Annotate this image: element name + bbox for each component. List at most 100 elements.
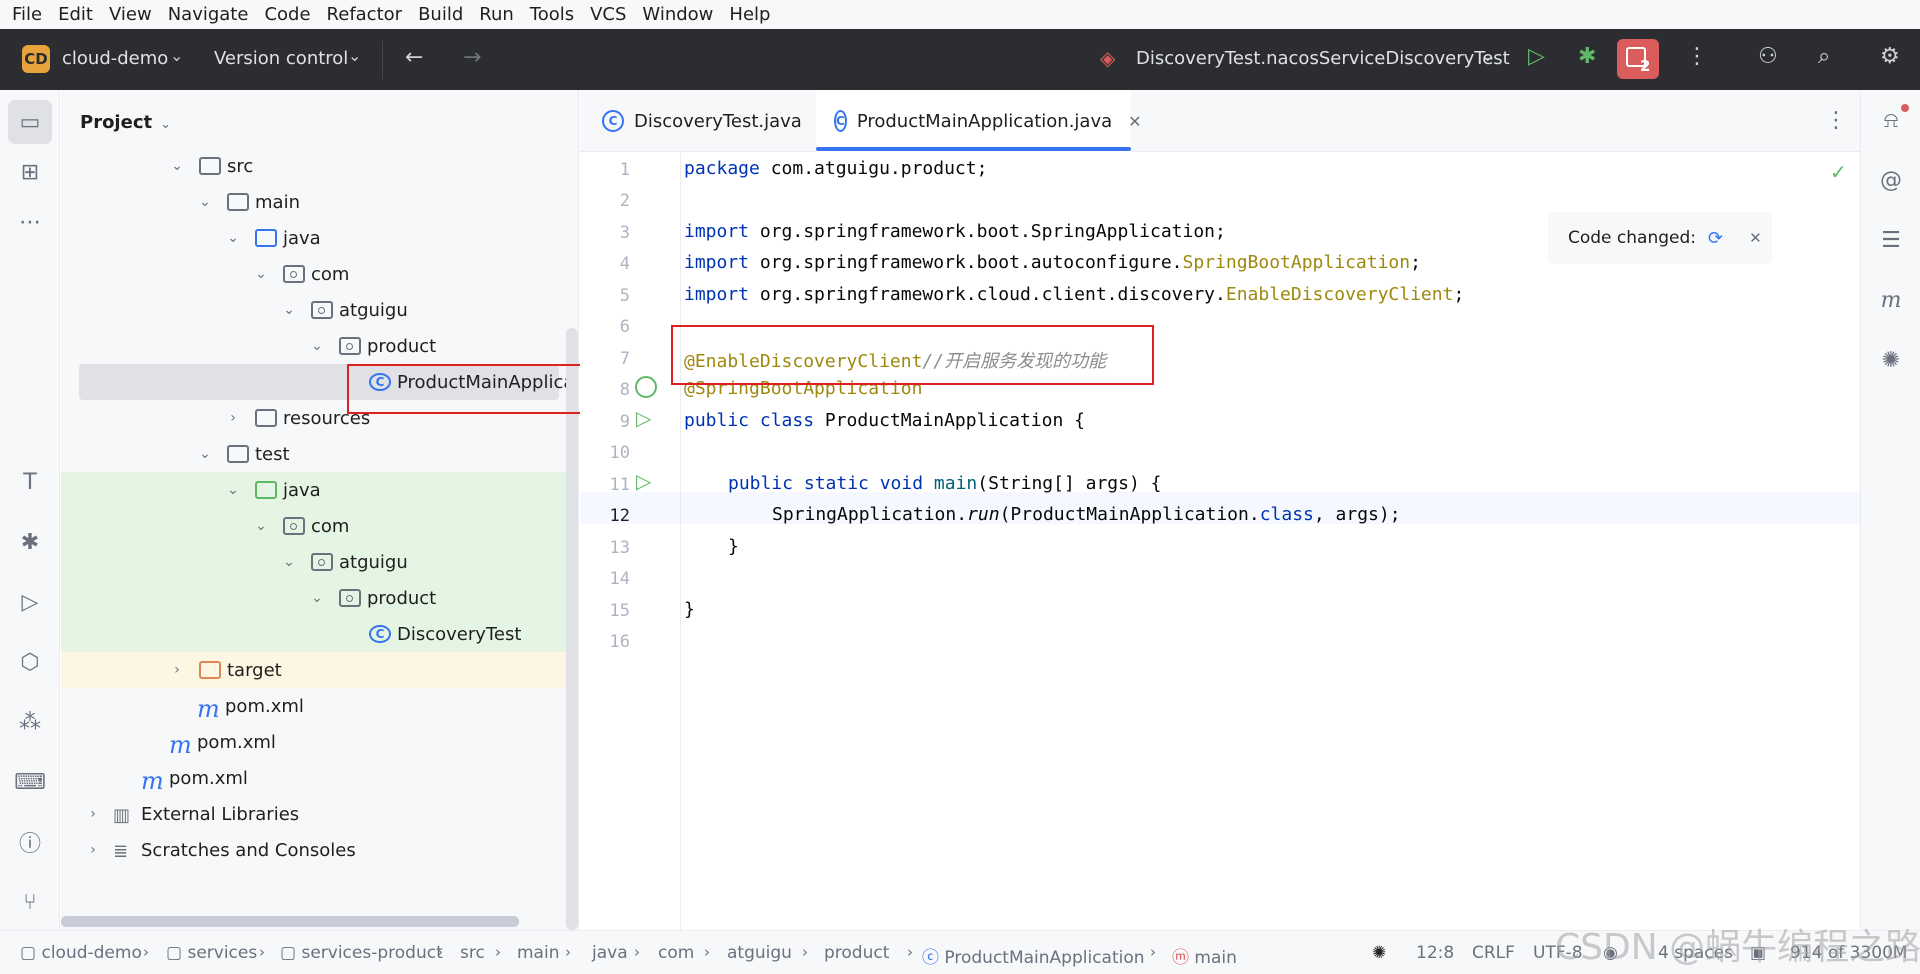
menu-help[interactable]: Help (721, 0, 778, 29)
breadcrumb-atguigu[interactable]: atguigu (727, 943, 792, 963)
more-tools-icon[interactable]: ⋯ (14, 206, 46, 238)
menu-refactor[interactable]: Refactor (319, 0, 411, 29)
breadcrumb-main[interactable]: main (517, 943, 559, 963)
code-line-4[interactable]: import org.springframework.boot.autoconf… (684, 252, 1421, 273)
menu-tools[interactable]: Tools (522, 0, 582, 29)
build-hammer-icon[interactable]: T (14, 466, 46, 498)
code-line-3[interactable]: import org.springframework.boot.SpringAp… (684, 221, 1226, 242)
tree-row-pom-root[interactable]: m pom.xml (61, 760, 578, 796)
inspections-ok-icon[interactable]: ✓ (1830, 160, 1847, 184)
breadcrumb-main-method[interactable]: ⓜ main (1172, 943, 1237, 968)
tree-row-com[interactable]: ⌄ com (61, 256, 578, 292)
close-tab-icon[interactable]: ✕ (1128, 112, 1141, 131)
chevron-down-icon[interactable]: ⌄ (223, 230, 243, 246)
tree-row-main[interactable]: ⌄ main (61, 184, 578, 220)
spring-bean-gutter-icon[interactable] (635, 376, 657, 398)
project-badge[interactable]: CD (22, 45, 50, 73)
code-line-15[interactable]: } (684, 599, 695, 620)
maven-icon[interactable]: m (1875, 284, 1907, 316)
run-icon[interactable]: ▷ (14, 586, 46, 618)
tree-row-pom-module[interactable]: m pom.xml (61, 688, 578, 724)
menu-view[interactable]: View (101, 0, 160, 29)
more-actions-icon[interactable]: ⋮ (1686, 46, 1708, 68)
run-configuration-selector[interactable]: DiscoveryTest.nacosServiceDiscoveryTest (1136, 48, 1510, 69)
version-control-selector[interactable]: Version control (214, 48, 348, 69)
chevron-down-icon[interactable]: ⌄ (195, 194, 215, 210)
tree-row-product[interactable]: ⌄ product (61, 328, 578, 364)
breadcrumb-services[interactable]: ▢ services (166, 943, 257, 963)
project-panel-header[interactable]: Project ⌄ (80, 112, 171, 133)
problems-icon[interactable]: ⓘ (14, 826, 46, 858)
caret-position[interactable]: 12:8 (1416, 943, 1454, 963)
tree-row-atguigu-test[interactable]: ⌄ atguigu (61, 544, 578, 580)
menu-navigate[interactable]: Navigate (160, 0, 257, 29)
run-icon[interactable]: ▷ (1528, 46, 1545, 68)
chevron-down-icon[interactable]: ⌄ (223, 482, 243, 498)
run-gutter-icon[interactable]: ▷ (636, 469, 651, 493)
project-selector[interactable]: cloud-demo (62, 48, 168, 69)
tree-row-src[interactable]: ⌄ src (61, 148, 578, 184)
menu-window[interactable]: Window (634, 0, 721, 29)
tree-row-external-libraries[interactable]: › ▥ External Libraries (61, 796, 578, 832)
terminal-icon[interactable]: ⌨ (14, 766, 46, 798)
git-branch-icon[interactable]: ⑂ (14, 886, 46, 918)
structure-icon[interactable]: ⊞ (14, 156, 46, 188)
add-user-icon[interactable]: ⚇ (1758, 46, 1778, 68)
tree-row-pom-services[interactable]: m pom.xml (61, 724, 578, 760)
breadcrumb-java[interactable]: java (592, 943, 628, 963)
code-line-9[interactable]: public class ProductMainApplication { (684, 410, 1085, 431)
tab-productmainapplication[interactable]: C ProductMainApplication.java ✕ (816, 90, 1142, 152)
stop-button[interactable]: 2 (1617, 39, 1659, 79)
settings-gear-icon[interactable]: ⚙ (1880, 46, 1900, 68)
code-line-12[interactable]: SpringApplication.run(ProductMainApplica… (772, 504, 1401, 525)
breadcrumb-src[interactable]: src (460, 943, 485, 963)
chevron-down-icon[interactable]: ⌄ (279, 302, 299, 318)
tree-row-com-test[interactable]: ⌄ com (61, 508, 578, 544)
menu-code[interactable]: Code (256, 0, 318, 29)
vertical-scrollbar[interactable] (566, 328, 578, 930)
forward-arrow-icon[interactable]: → (463, 47, 481, 69)
chevron-down-icon[interactable]: ⌄ (195, 446, 215, 462)
close-icon[interactable]: ✕ (1749, 229, 1762, 247)
menu-edit[interactable]: Edit (50, 0, 101, 29)
tree-row-atguigu[interactable]: ⌄ atguigu (61, 292, 578, 328)
breadcrumb-cloud-demo[interactable]: ▢ cloud-demo (20, 943, 142, 963)
database-icon[interactable]: ☰ (1875, 224, 1907, 256)
chevron-down-icon[interactable]: ⌄ (348, 48, 361, 64)
tab-discoverytest[interactable]: C DiscoveryTest.java (602, 90, 802, 152)
chevron-down-icon[interactable]: ⌄ (1481, 48, 1494, 64)
horizontal-scrollbar[interactable] (61, 916, 519, 927)
code-line-11[interactable]: public static void main(String[] args) { (728, 473, 1162, 494)
search-icon[interactable]: ⌕ (1818, 46, 1830, 68)
chevron-right-icon[interactable]: › (83, 842, 103, 858)
ai-assistant-icon[interactable]: @ (1875, 164, 1907, 196)
chevron-down-icon[interactable]: ⌄ (251, 518, 271, 534)
tab-more-icon[interactable]: ⋮ (1825, 108, 1847, 133)
code-line-1[interactable]: package com.atguigu.product; (684, 158, 987, 179)
chevron-down-icon[interactable]: ⌄ (167, 158, 187, 174)
tree-row-discoverytest[interactable]: C DiscoveryTest (61, 616, 578, 652)
breadcrumb-productmainapplication[interactable]: ⓒ ProductMainApplication (922, 943, 1145, 968)
chevron-right-icon[interactable]: › (167, 662, 187, 678)
tree-row-product-test[interactable]: ⌄ product (61, 580, 578, 616)
chevron-down-icon[interactable]: ⌄ (307, 338, 327, 354)
breadcrumb-product[interactable]: product (824, 943, 889, 963)
menu-vcs[interactable]: VCS (582, 0, 634, 29)
dependencies-icon[interactable]: ⁂ (14, 706, 46, 738)
run-gutter-icon[interactable]: ▷ (636, 406, 651, 430)
chevron-right-icon[interactable]: › (83, 806, 103, 822)
tree-row-java-main[interactable]: ⌄ java (61, 220, 578, 256)
tree-row-target[interactable]: › target (61, 652, 578, 688)
debug-icon[interactable]: ✱ (1578, 46, 1596, 68)
chevron-right-icon[interactable]: › (223, 410, 243, 426)
line-separator[interactable]: CRLF (1472, 943, 1515, 963)
reload-icon[interactable]: ⟳ (1708, 228, 1723, 249)
chatgpt-icon[interactable]: ✺ (1875, 344, 1907, 376)
breadcrumb-services-product[interactable]: ▢ services-product (280, 943, 443, 963)
chevron-down-icon[interactable]: ⌄ (251, 266, 271, 282)
chevron-down-icon[interactable]: ⌄ (170, 48, 183, 64)
menu-run[interactable]: Run (471, 0, 522, 29)
back-arrow-icon[interactable]: ← (405, 47, 423, 69)
breadcrumb-com[interactable]: com (658, 943, 694, 963)
tree-row-test[interactable]: ⌄ test (61, 436, 578, 472)
